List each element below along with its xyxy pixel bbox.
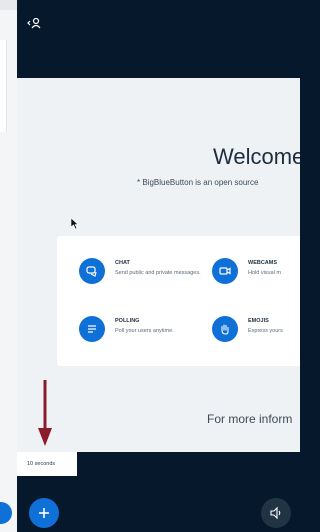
feature-polling: POLLING Poll your users anytime. [79,316,199,358]
top-navbar [17,0,300,78]
chat-icon [79,258,105,284]
speaker-icon [270,506,281,520]
polling-icon [79,316,105,342]
feature-title: POLLING [115,318,140,324]
left-panel-card [0,40,7,132]
presentation-area: Welcome * BigBlueButton is an open sourc… [17,0,300,532]
timer-tooltip: 10 seconds [17,452,77,476]
feature-description: Express yours [248,328,283,334]
left-panel-header [0,0,17,10]
feature-description: Send public and private messages. [115,270,201,276]
more-info-text: For more inform [207,412,293,426]
feature-description: Hold visual m [248,270,282,276]
welcome-title: Welcome [213,144,300,169]
users-icon [27,17,41,29]
feature-webcams: WEBCAMS Hold visual m [212,258,300,300]
welcome-subtitle: * BigBlueButton is an open source [137,178,259,187]
feature-title: CHAT [115,260,130,266]
audio-button[interactable] [261,498,291,528]
bottom-action-bar [17,476,300,532]
annotation-arrow-icon [38,380,52,446]
mouse-cursor-icon [71,218,79,230]
feature-emojis: EMOJIS Express yours [212,316,300,358]
feature-description: Poll your users anytime. [115,328,174,334]
emoji-hand-icon [212,316,238,342]
user-list-toggle[interactable] [25,14,45,34]
webcam-icon [212,258,238,284]
plus-icon [39,508,49,518]
actions-button[interactable] [29,498,59,528]
features-card: CHAT Send public and private messages. W… [57,236,300,366]
welcome-content: Welcome * BigBlueButton is an open sourc… [17,78,300,452]
feature-title: WEBCAMS [248,260,278,266]
feature-chat: CHAT Send public and private messages. [79,258,201,300]
feature-title: EMOJIS [248,318,269,324]
